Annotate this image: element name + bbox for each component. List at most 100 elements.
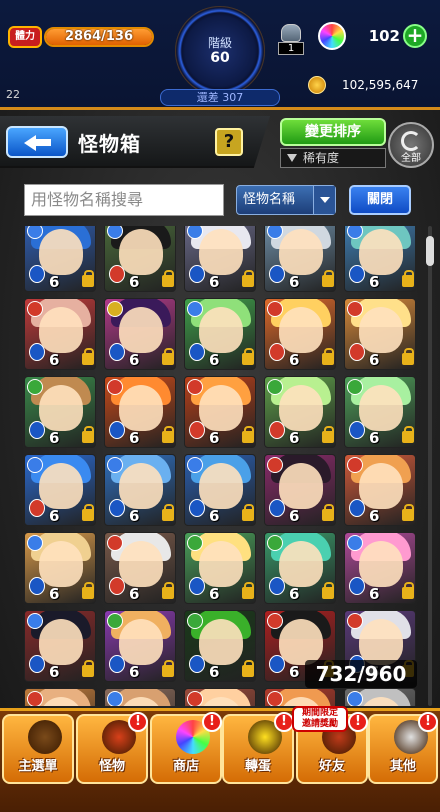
monster-card[interactable] bbox=[264, 688, 336, 706]
search-field-select[interactable]: 怪物名稱 bbox=[236, 185, 336, 215]
monster-card[interactable]: 6 bbox=[264, 298, 336, 370]
monster-card[interactable]: 6 bbox=[104, 376, 176, 448]
monster-portrait bbox=[119, 541, 163, 587]
monster-card[interactable]: 6 bbox=[264, 532, 336, 604]
rarity-number: 6 bbox=[49, 585, 60, 603]
nav-other[interactable]: 其他! bbox=[368, 712, 438, 784]
monster-card[interactable]: 6 bbox=[344, 454, 416, 526]
monster-portrait bbox=[119, 619, 163, 665]
monster-card[interactable]: 6 bbox=[104, 226, 176, 292]
monster-card[interactable]: 6 bbox=[344, 298, 416, 370]
all-filter-button[interactable]: 全部 bbox=[388, 122, 434, 168]
monster-card[interactable]: 6 bbox=[184, 610, 256, 682]
monster-portrait bbox=[119, 307, 163, 353]
attribute-icon bbox=[107, 301, 123, 317]
monster-card[interactable]: 6 bbox=[104, 298, 176, 370]
attribute-icon bbox=[27, 457, 43, 473]
lock-icon bbox=[242, 504, 254, 521]
monster-card[interactable] bbox=[184, 688, 256, 706]
change-sort-button[interactable]: 變更排序 bbox=[280, 118, 386, 146]
stamina-item-button[interactable]: 1 bbox=[276, 22, 306, 56]
rarity-number: 6 bbox=[129, 351, 140, 369]
element-icon bbox=[269, 577, 285, 595]
monster-card[interactable]: 6 bbox=[24, 298, 96, 370]
monster-portrait bbox=[39, 541, 83, 587]
monster-portrait bbox=[279, 463, 323, 509]
monster-portrait bbox=[199, 619, 243, 665]
monster-card[interactable]: 6 bbox=[104, 454, 176, 526]
monster-card[interactable]: 6 bbox=[24, 454, 96, 526]
rank-badge[interactable]: 階級 60 bbox=[175, 6, 265, 96]
monster-portrait bbox=[279, 541, 323, 587]
stamina-text: 2864/136 bbox=[64, 29, 134, 44]
lock-icon bbox=[322, 582, 334, 599]
sort-order-select[interactable]: 稀有度 bbox=[280, 148, 386, 168]
monster-card[interactable]: 6 bbox=[344, 532, 416, 604]
attribute-icon bbox=[187, 457, 203, 473]
monster-portrait bbox=[39, 619, 83, 665]
cycle-icon bbox=[401, 131, 421, 151]
monster-card[interactable]: 6 bbox=[184, 376, 256, 448]
monster-portrait bbox=[279, 307, 323, 353]
lock-icon bbox=[82, 426, 94, 443]
nav-gacha[interactable]: 轉蛋! bbox=[222, 712, 294, 784]
monster-card[interactable] bbox=[24, 688, 96, 706]
monster-card[interactable] bbox=[104, 688, 176, 706]
attribute-icon bbox=[347, 379, 363, 395]
buy-orb-button[interactable]: + bbox=[403, 24, 427, 48]
monster-card[interactable]: 6 bbox=[344, 226, 416, 292]
rarity-number: 6 bbox=[129, 273, 140, 291]
lock-icon bbox=[242, 582, 254, 599]
nav-monster[interactable]: 怪物! bbox=[76, 712, 148, 784]
lock-icon bbox=[162, 270, 174, 287]
monster-card[interactable]: 6 bbox=[344, 376, 416, 448]
element-icon bbox=[189, 265, 205, 283]
nav-home[interactable]: 主選單 bbox=[2, 714, 74, 784]
monster-portrait bbox=[359, 385, 403, 431]
lock-icon bbox=[402, 270, 414, 287]
help-button[interactable]: ? bbox=[215, 128, 243, 156]
lock-icon bbox=[162, 660, 174, 677]
monster-card[interactable]: 6 bbox=[184, 454, 256, 526]
monster-portrait bbox=[39, 229, 83, 275]
monster-portrait bbox=[359, 541, 403, 587]
rarity-number: 6 bbox=[129, 585, 140, 603]
lock-icon bbox=[82, 348, 94, 365]
lock-icon bbox=[162, 504, 174, 521]
monster-card[interactable]: 6 bbox=[24, 532, 96, 604]
notification-badge: ! bbox=[274, 712, 294, 732]
nav-orb[interactable]: 商店! bbox=[150, 712, 222, 784]
monster-card[interactable] bbox=[344, 688, 416, 706]
chevron-down-icon bbox=[313, 186, 335, 214]
scrollbar-thumb[interactable] bbox=[426, 236, 434, 266]
monster-card[interactable]: 6 bbox=[184, 532, 256, 604]
element-icon bbox=[29, 265, 45, 283]
monster-card[interactable]: 6 bbox=[264, 226, 336, 292]
monster-card[interactable]: 6 bbox=[264, 376, 336, 448]
monster-card[interactable]: 6 bbox=[184, 226, 256, 292]
monster-card[interactable]: 6 bbox=[24, 376, 96, 448]
close-search-button[interactable]: 關閉 bbox=[349, 185, 411, 215]
left-number: 22 bbox=[6, 88, 20, 101]
monster-card[interactable]: 6 bbox=[104, 532, 176, 604]
monster-card[interactable]: 6 bbox=[104, 610, 176, 682]
element-icon bbox=[189, 499, 205, 517]
monster-portrait bbox=[39, 463, 83, 509]
monster-card[interactable]: 6 bbox=[24, 610, 96, 682]
monster-card[interactable]: 6 bbox=[264, 454, 336, 526]
monster-card[interactable]: 6 bbox=[24, 226, 96, 292]
monster-card[interactable]: 6 bbox=[184, 298, 256, 370]
screen: 體力 2864/136 階級 60 還差 307 22 1 102 + 102,… bbox=[0, 0, 440, 812]
element-icon bbox=[109, 265, 125, 283]
all-filter-label: 全部 bbox=[401, 153, 421, 164]
notification-badge: ! bbox=[128, 712, 148, 732]
attribute-icon bbox=[267, 535, 283, 551]
attribute-icon bbox=[347, 613, 363, 629]
monster-grid: 666666666666666666666666666666 bbox=[22, 226, 422, 706]
search-input[interactable]: 用怪物名稱搜尋 bbox=[24, 184, 224, 216]
back-button[interactable] bbox=[6, 126, 68, 158]
attribute-icon bbox=[107, 613, 123, 629]
element-icon bbox=[189, 421, 205, 439]
element-icon bbox=[29, 343, 45, 361]
attribute-icon bbox=[187, 379, 203, 395]
